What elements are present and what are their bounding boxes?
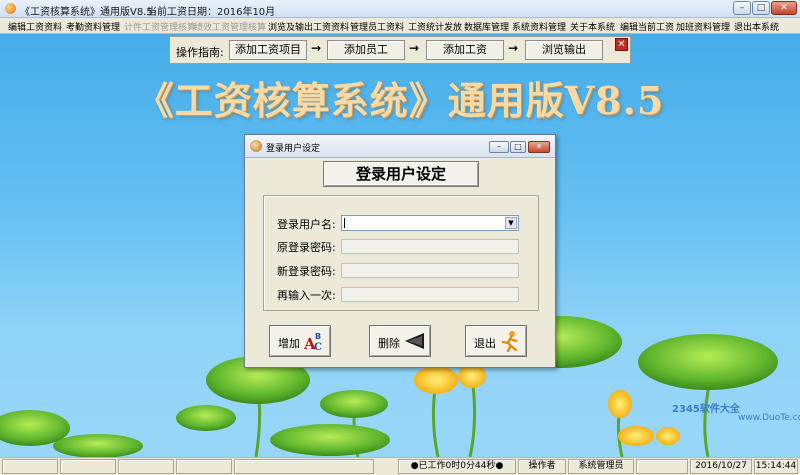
menu-edit-current[interactable]: 编辑当前工资 <box>620 20 674 33</box>
lotus-flower <box>618 426 654 446</box>
guide-close-button[interactable]: ✕ <box>615 38 628 51</box>
add-button-label: 增加 <box>278 337 300 350</box>
arrow-right-icon: → <box>508 41 519 55</box>
delete-button[interactable]: 删除 <box>369 325 431 357</box>
exit-button[interactable]: 退出 <box>465 325 527 357</box>
confirm-password-label: 再输入一次: <box>277 289 336 302</box>
lotus-flower <box>414 366 458 394</box>
app-icon <box>5 3 16 14</box>
running-man-icon <box>501 331 518 352</box>
menu-bar: 编辑工资资料 考勤资料管理 计件工资管理核算 绩效工资管理核算 浏览及输出工资资… <box>0 18 800 34</box>
menu-performance[interactable]: 绩效工资管理核算 <box>194 20 266 33</box>
lotus-leaf <box>270 424 390 456</box>
menu-employees[interactable]: 管理员工资料 <box>350 20 404 33</box>
new-password-label: 新登录密码: <box>277 265 336 278</box>
lotus-flower <box>656 427 680 445</box>
dialog-title: 登录用户设定 <box>266 144 321 154</box>
status-cell-empty <box>234 459 374 474</box>
maximize-icon: □ <box>756 3 766 13</box>
menu-edit-salary[interactable]: 编辑工资资料 <box>8 20 62 33</box>
minimize-button[interactable]: – <box>733 1 751 15</box>
login-user-dialog: 登录用户设定 – □ ✕ 登录用户设定 登录用户名: ▼ 原登录密码: 新登录密… <box>244 134 556 368</box>
confirm-password-field[interactable] <box>341 287 519 302</box>
guide-label: 操作指南: <box>176 46 224 59</box>
guide-step-add-salary[interactable]: 添加工资 <box>426 40 504 60</box>
window-title: 《工资核算系统》通用版V8.5 <box>20 7 153 18</box>
exit-button-label: 退出 <box>474 337 496 350</box>
old-password-label: 原登录密码: <box>277 241 336 254</box>
close-icon: ✕ <box>780 3 788 13</box>
close-icon: ✕ <box>535 142 543 151</box>
lotus-leaf <box>53 434 143 457</box>
menu-about[interactable]: 关于本系统 <box>570 20 615 33</box>
dialog-heading: 登录用户设定 <box>323 161 479 187</box>
svg-text:B: B <box>315 332 321 341</box>
user-icon <box>250 140 262 152</box>
abc-add-icon: A C B <box>303 332 322 352</box>
text-caret <box>344 218 345 228</box>
lotus-leaf <box>638 334 778 390</box>
minimize-icon: – <box>497 142 501 151</box>
minimize-icon: – <box>739 3 745 13</box>
menu-piecework[interactable]: 计件工资管理核算 <box>124 20 196 33</box>
lotus-leaf <box>320 390 388 418</box>
menu-database[interactable]: 数据库管理 <box>464 20 509 33</box>
dropdown-button[interactable]: ▼ <box>505 217 517 229</box>
brand-url-watermark: www.DuoTe.com <box>738 413 800 423</box>
status-cell-empty <box>118 459 174 474</box>
status-time: 15:14:44 <box>754 459 798 474</box>
close-icon: ✕ <box>617 39 626 50</box>
dialog-title-bar: 登录用户设定 – □ ✕ <box>245 135 555 158</box>
dialog-minimize-button[interactable]: – <box>489 141 509 153</box>
dialog-maximize-button[interactable]: □ <box>510 141 526 153</box>
status-cell-empty <box>60 459 116 474</box>
add-button[interactable]: 增加 A C B <box>269 325 331 357</box>
new-password-field[interactable] <box>341 263 519 278</box>
lotus-flower <box>608 390 632 418</box>
operator-label: 操作者 <box>518 459 566 474</box>
delete-button-label: 删除 <box>378 337 400 350</box>
maximize-icon: □ <box>514 142 522 151</box>
username-select[interactable]: ▼ <box>341 215 519 231</box>
status-cell-empty <box>2 459 58 474</box>
status-bar: ●已工作0时0分44秒● 操作者 系统管理员 2016/10/27 15:14:… <box>0 457 800 475</box>
guide-step-browse-output[interactable]: 浏览输出 <box>525 40 603 60</box>
chevron-down-icon: ▼ <box>508 219 514 227</box>
menu-system-data[interactable]: 系统资料管理 <box>512 20 566 33</box>
svg-text:C: C <box>314 342 322 352</box>
maximize-button[interactable]: □ <box>752 1 770 15</box>
old-password-field[interactable] <box>341 239 519 254</box>
work-time-status: ●已工作0时0分44秒● <box>398 459 516 474</box>
arrow-right-icon: → <box>311 41 322 55</box>
title-bar: 《工资核算系统》通用版V8.5 当前工资日期：2016年10月 – □ ✕ <box>0 0 800 18</box>
dialog-close-button[interactable]: ✕ <box>528 141 550 153</box>
brand-watermark: 2345软件大全 <box>672 404 740 415</box>
username-label: 登录用户名: <box>277 218 336 231</box>
app-banner: 《工资核算系统》通用版V8.5 <box>135 78 665 123</box>
operator-name: 系统管理员 <box>568 459 634 474</box>
status-cell-empty <box>636 459 688 474</box>
status-date: 2016/10/27 <box>690 459 752 474</box>
menu-salary-stats[interactable]: 工资统计发放 <box>408 20 462 33</box>
backspace-arrow-icon <box>405 333 424 349</box>
guide-step-add-salary-item[interactable]: 添加工资项目 <box>229 40 307 60</box>
operation-guide: 操作指南: 添加工资项目 → 添加员工 → 添加工资 → 浏览输出 ✕ <box>169 36 631 64</box>
menu-exit[interactable]: 退出本系统 <box>734 20 779 33</box>
current-period: 当前工资日期：2016年10月 <box>147 7 276 18</box>
guide-step-add-employee[interactable]: 添加员工 <box>327 40 405 60</box>
menu-browse-output[interactable]: 浏览及输出工资资料 <box>268 20 349 33</box>
menu-attendance[interactable]: 考勤资料管理 <box>66 20 120 33</box>
status-cell-empty <box>176 459 232 474</box>
menu-overtime[interactable]: 加班资料管理 <box>676 20 730 33</box>
close-button[interactable]: ✕ <box>771 1 797 15</box>
lotus-leaf <box>176 405 236 431</box>
arrow-right-icon: → <box>409 41 420 55</box>
